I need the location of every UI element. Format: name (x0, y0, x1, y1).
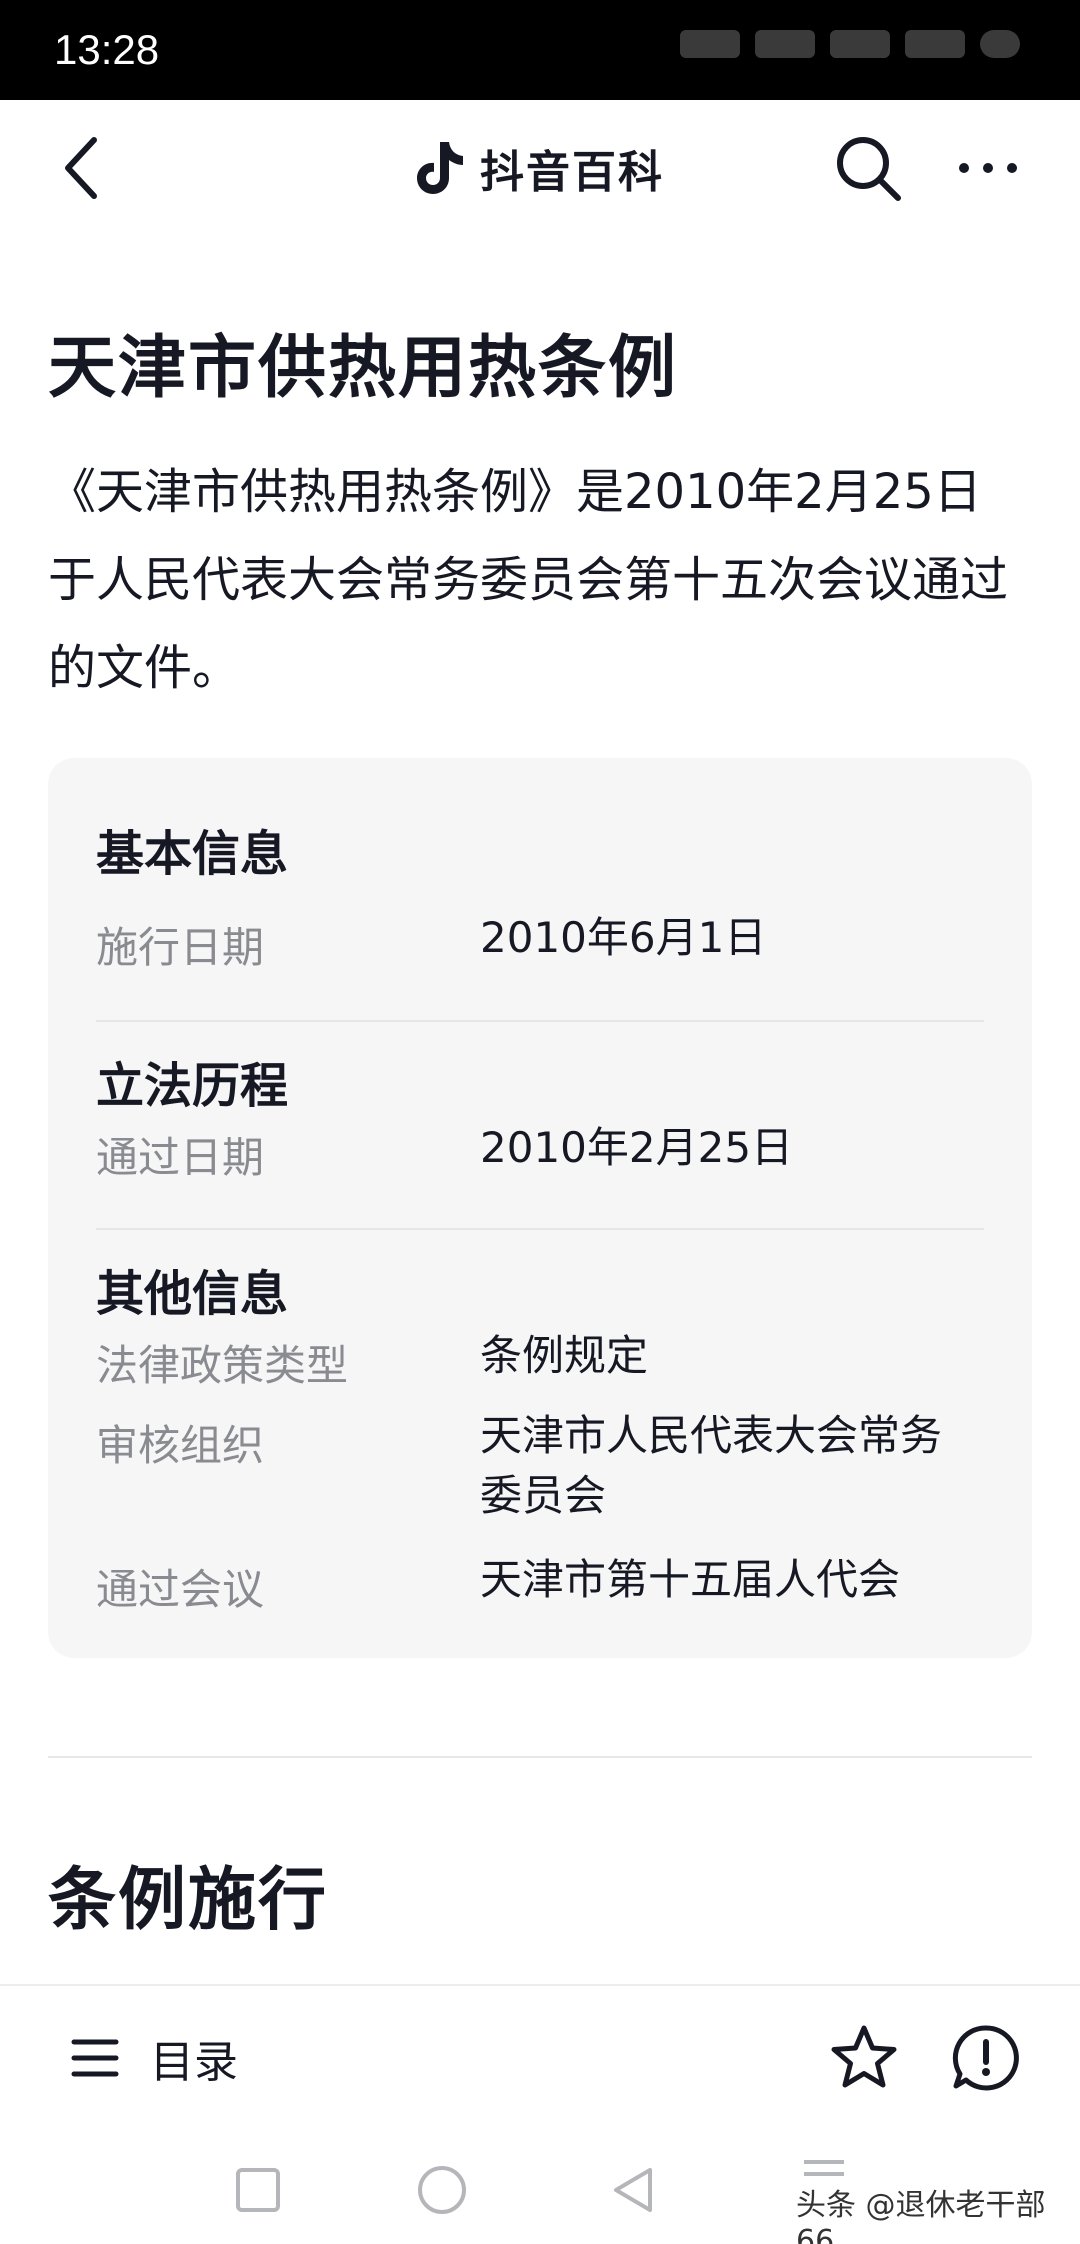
bottom-toolbar: 目录 (0, 1984, 1080, 2132)
row-value: 2010年6月1日 (480, 913, 767, 962)
favorite-button[interactable] (828, 2022, 900, 2094)
info-card: 基本信息 施行日期 2010年6月1日 立法历程 通过日期 2010年2月25日… (48, 758, 1032, 1658)
more-dots-icon (959, 163, 1017, 173)
triangle-left-icon (614, 2168, 652, 2212)
feedback-button[interactable] (950, 2022, 1022, 2094)
home-button[interactable] (412, 2160, 472, 2220)
battery-icon (980, 30, 1021, 58)
section-title-legislative-history: 立法历程 (96, 1058, 289, 1114)
divider (96, 1228, 984, 1230)
status-bar: 13:28 (0, 0, 1080, 100)
section-title-other-info: 其他信息 (96, 1266, 289, 1322)
notification-icon (905, 30, 966, 58)
row-label: 施行日期 (96, 923, 265, 972)
status-time: 13:28 (54, 26, 160, 73)
section-heading: 条例施行 (48, 1861, 329, 1940)
system-back-button[interactable] (604, 2160, 664, 2220)
section-divider (48, 1756, 1032, 1758)
toc-label: 目录 (150, 2037, 238, 2088)
row-label: 法律政策类型 (96, 1341, 349, 1390)
brand-name: 抖音百科 (480, 147, 664, 198)
toc-button[interactable]: 目录 (70, 2026, 238, 2090)
row-value: 天津市第十五届人代会 (480, 1555, 901, 1604)
system-nav-bar: 头条 @退休老干部66 (0, 2132, 1080, 2244)
wifi-icon (830, 30, 891, 58)
row-label: 通过会议 (96, 1565, 265, 1614)
section-title-basic-info: 基本信息 (96, 826, 289, 882)
recent-apps-button[interactable] (228, 2160, 288, 2220)
signal-icon-2 (755, 30, 816, 58)
douyin-logo-icon (417, 142, 463, 194)
search-button[interactable] (830, 130, 906, 206)
row-label: 审核组织 (96, 1421, 265, 1470)
article-title: 天津市供热用热条例 (48, 329, 679, 408)
circle-icon (418, 2166, 466, 2214)
brand: 抖音百科 (410, 138, 664, 198)
row-value: 天津市人民代表大会常务委员会 (480, 1411, 943, 1520)
chevron-left-icon (65, 137, 97, 199)
top-nav-bar: 抖音百科 (0, 100, 1080, 236)
row-label: 通过日期 (96, 1133, 265, 1182)
status-icons (670, 30, 1030, 70)
menu-lines-icon (71, 2039, 119, 2077)
row-value: 2010年2月25日 (480, 1123, 794, 1172)
search-icon (837, 137, 901, 201)
more-button[interactable] (950, 130, 1026, 206)
watermark: 头条 @退休老干部66 (796, 2188, 1046, 2244)
signal-icon (680, 30, 740, 58)
square-icon (236, 2168, 280, 2212)
row-value: 条例规定 (480, 1331, 649, 1380)
star-icon (831, 2025, 897, 2088)
back-button[interactable] (50, 128, 130, 208)
feedback-icon (952, 2025, 1019, 2091)
article-summary: 《天津市供热用热条例》是2010年2月25日于人民代表大会常务委员会第十五次会议… (48, 464, 1009, 696)
divider (96, 1020, 984, 1022)
